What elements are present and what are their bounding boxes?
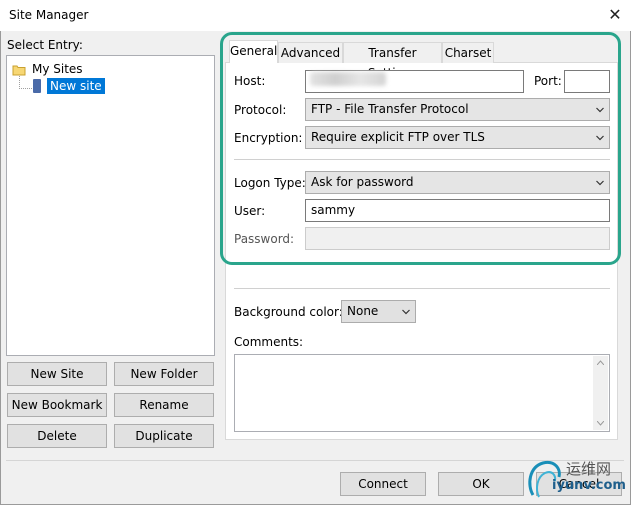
watermark-line1: 运维网 (566, 460, 612, 478)
background-color-label: Background color: (234, 305, 343, 319)
title-bar (0, 0, 631, 31)
comments-textarea[interactable] (234, 354, 610, 432)
duplicate-button[interactable]: Duplicate (114, 424, 214, 448)
scroll-down-icon[interactable] (597, 421, 604, 426)
rename-button[interactable]: Rename (114, 393, 214, 417)
close-icon[interactable]: ✕ (604, 4, 626, 26)
chevron-down-icon (402, 309, 410, 315)
window-title: Site Manager (9, 8, 89, 22)
comments-label: Comments: (234, 335, 304, 349)
server-icon (33, 79, 41, 93)
divider (234, 288, 610, 289)
scroll-up-icon[interactable] (597, 360, 604, 365)
tree-root-label: My Sites (32, 62, 83, 76)
select-entry-label: Select Entry: (7, 38, 83, 52)
delete-button[interactable]: Delete (7, 424, 107, 448)
scrollbar[interactable] (593, 356, 608, 430)
site-tree[interactable]: My Sites New site (6, 55, 215, 356)
tab-general[interactable]: General (229, 40, 278, 63)
connect-button[interactable]: Connect (340, 472, 426, 496)
new-bookmark-button[interactable]: New Bookmark (7, 393, 107, 417)
ok-button[interactable]: OK (438, 472, 524, 496)
folder-icon (12, 65, 26, 76)
tree-item-label: New site (47, 78, 105, 94)
background-color-select[interactable]: None (341, 300, 416, 323)
highlight-annotation (220, 32, 621, 265)
new-folder-button[interactable]: New Folder (114, 362, 214, 386)
background-color-value: None (347, 304, 379, 318)
watermark-line2: iyunv.com (552, 478, 626, 493)
new-site-button[interactable]: New Site (7, 362, 107, 386)
